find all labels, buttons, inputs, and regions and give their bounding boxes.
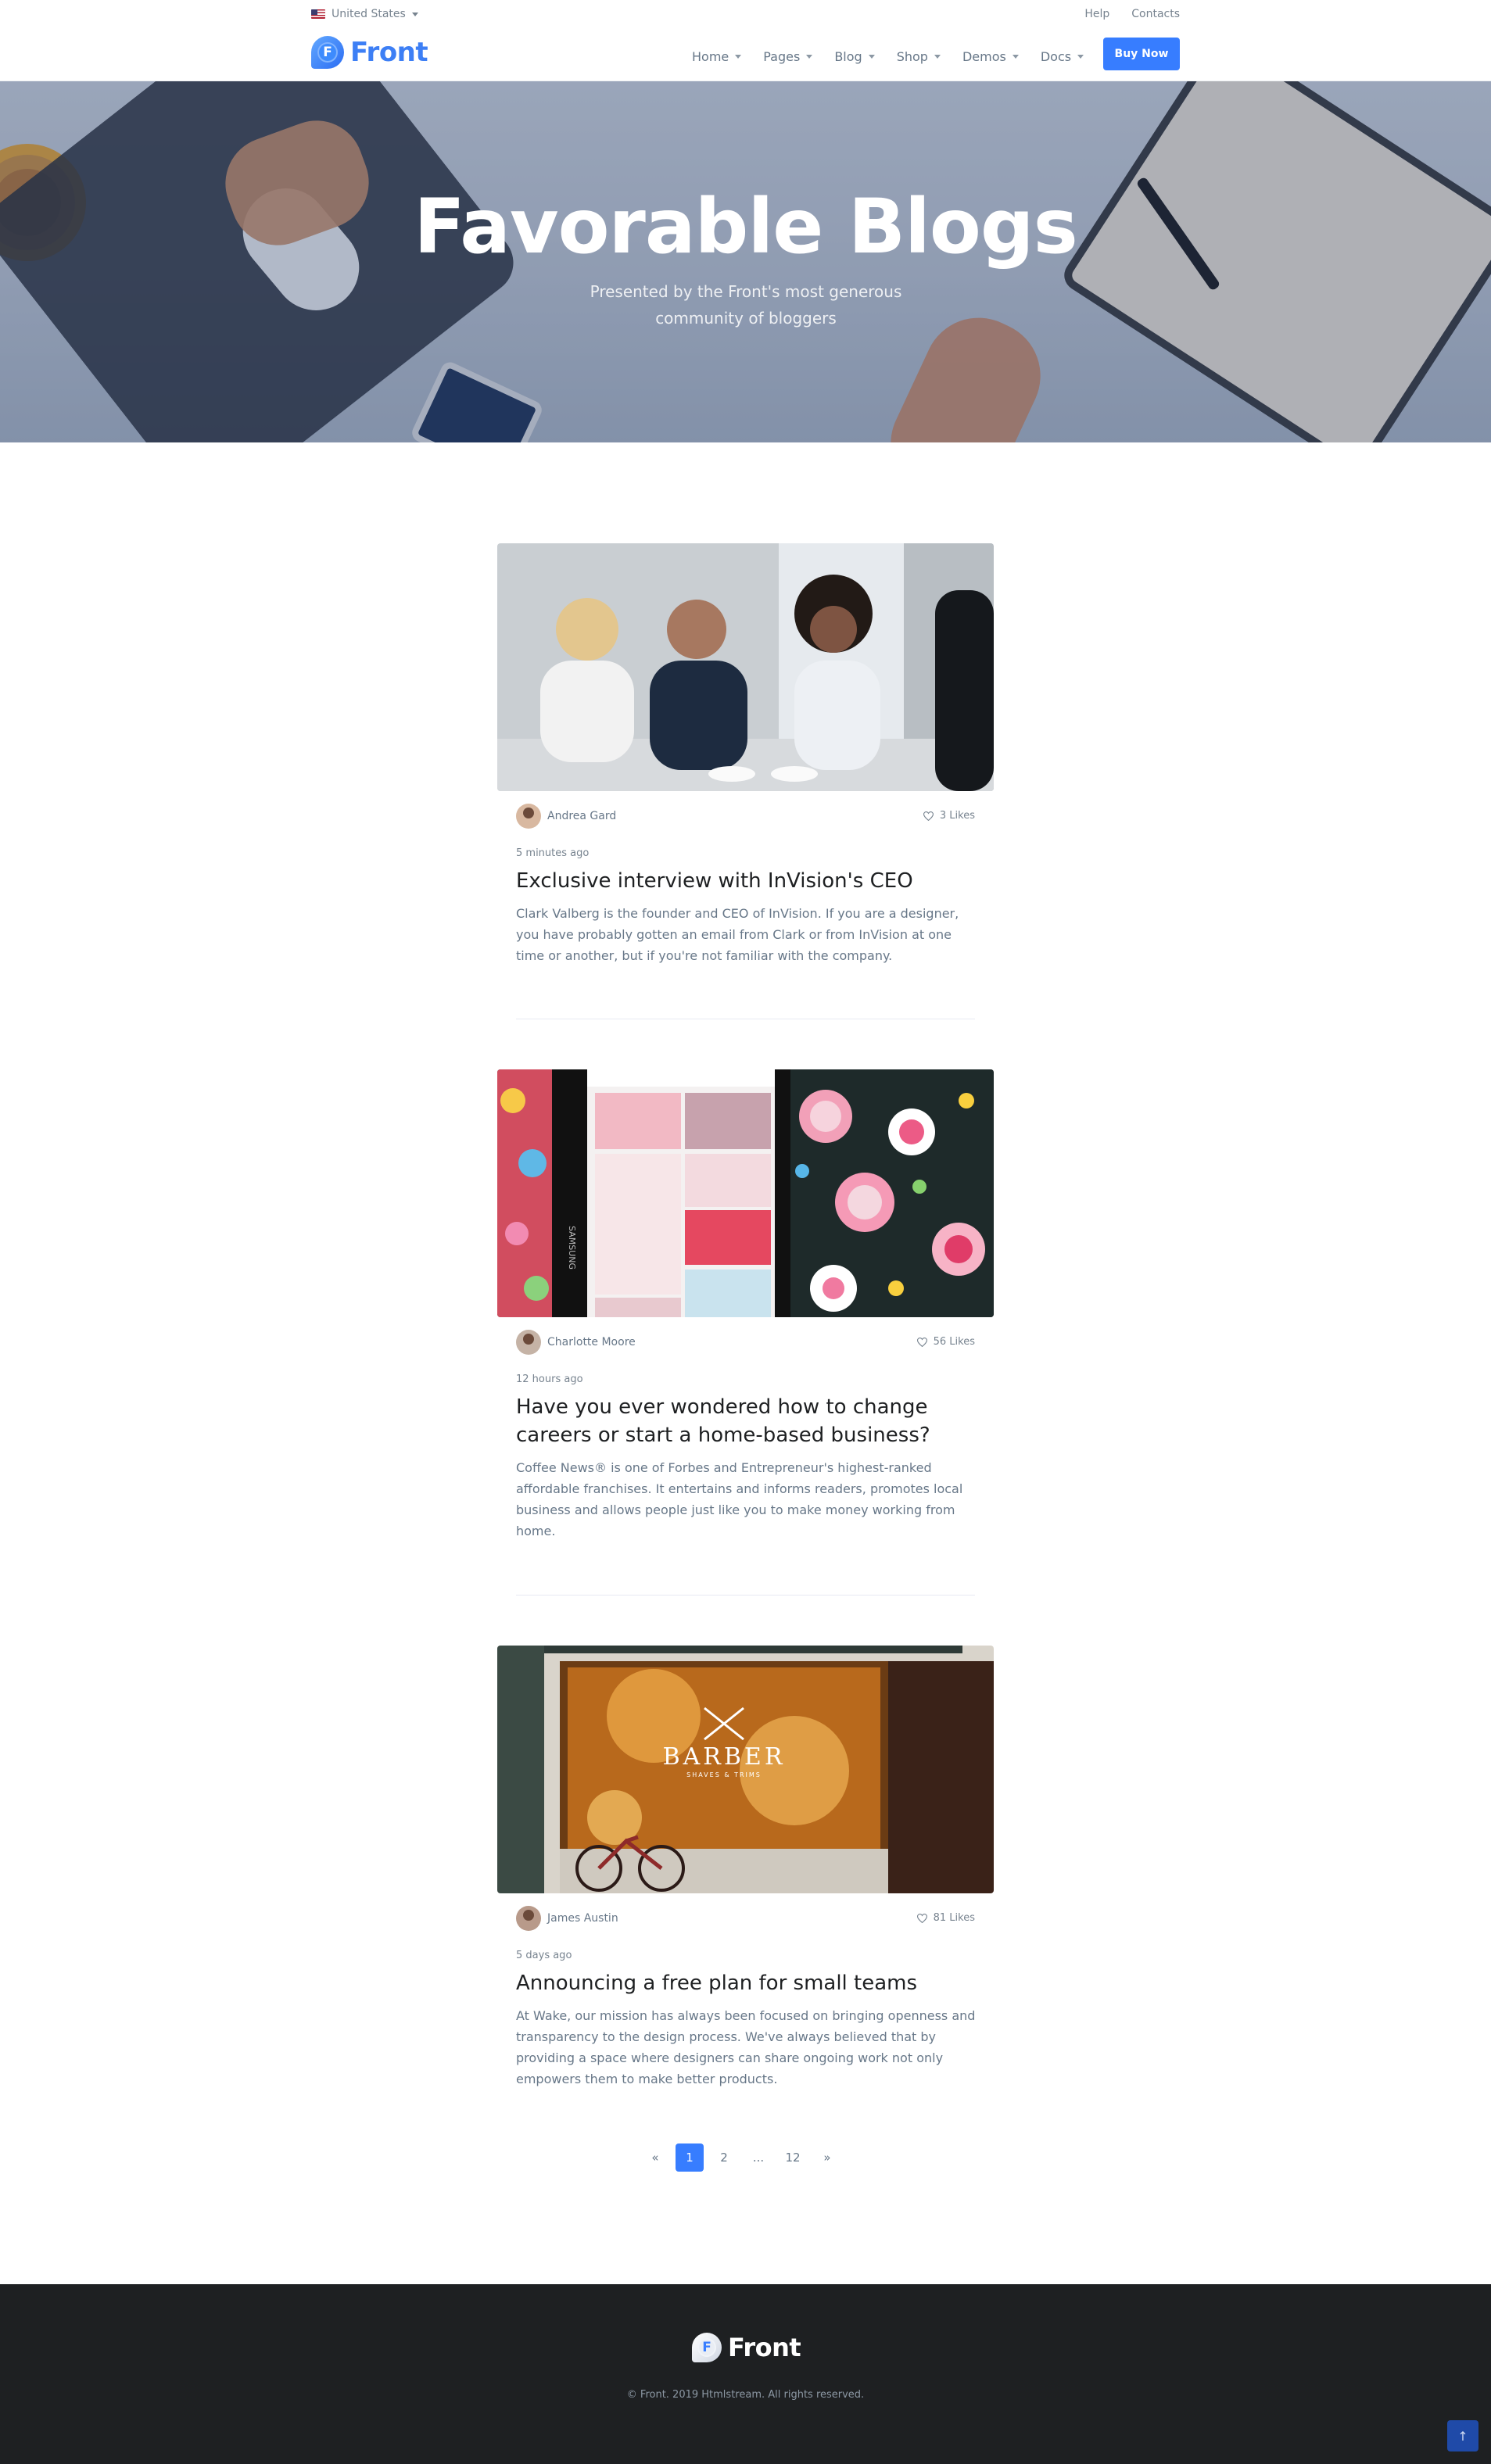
nav-docs[interactable]: Docs [1041,42,1084,70]
top-links: Help Contacts [1084,8,1180,20]
pagination: « 1 2 ... 12 » [641,2143,841,2172]
nav-home[interactable]: Home [692,42,742,70]
nav-demos-label: Demos [962,48,1006,64]
chevron-down-icon [868,54,875,59]
post-excerpt: Clark Valberg is the founder and CEO of … [516,906,959,963]
pagination-page-2[interactable]: 2 [710,2143,738,2172]
hero-banner: Favorable Blogs Presented by the Front's… [0,81,1491,442]
pagination-ellipsis: ... [752,2151,765,2165]
post-time: 5 minutes ago [516,847,590,859]
heart-icon [916,1913,927,1923]
post-image-meeting[interactable] [497,543,994,791]
post-time: 5 days ago [516,1950,572,1961]
pagination-page-1[interactable]: 1 [676,2143,704,2172]
front-logo-icon: F [692,2333,722,2362]
pagination-prev[interactable]: « [641,2143,669,2172]
blog-post: BARBER SHAVES & TRIMS James Austin 81 Li… [497,1646,994,2090]
heart-icon [923,811,934,821]
blog-post: SAMSUNG Charlotte Moore 56 Likes 12 hour… [497,1069,994,1542]
chevron-down-icon [806,54,813,59]
author-avatar[interactable] [516,804,541,829]
author-avatar[interactable] [516,1906,541,1931]
language-selector[interactable]: United States [311,8,418,20]
front-logo-icon: F [311,36,344,69]
phone-candy-photo: SAMSUNG [497,1069,994,1317]
nav-docs-label: Docs [1040,48,1072,64]
post-image-phone[interactable]: SAMSUNG [497,1069,994,1317]
likes-counter[interactable]: 56 Likes [916,1336,975,1348]
post-excerpt: Coffee News® is one of Forbes and Entrep… [516,1460,963,1538]
logo-text: Front [350,37,428,68]
topbar: United States Help Contacts [0,0,1491,31]
chevron-down-icon [934,54,941,59]
logo-letter: F [323,45,332,60]
likes-count: 3 Likes [939,810,975,822]
post-title[interactable]: Exclusive interview with InVision's CEO [516,867,977,895]
nav-pages[interactable]: Pages [763,42,813,70]
post-title[interactable]: Have you ever wondered how to change car… [516,1393,977,1449]
copyright-text: © Front. 2019 Htmlstream. All rights res… [626,2389,865,2401]
meeting-photo [497,543,994,791]
nav-pages-label: Pages [763,48,801,64]
nav-demos[interactable]: Demos [962,42,1019,70]
pagination-page-12[interactable]: 12 [779,2143,807,2172]
barber-tagline-text: SHAVES & TRIMS [686,1771,762,1778]
phone-brand-text: SAMSUNG [567,1226,577,1270]
barber-shop-photo: BARBER SHAVES & TRIMS [497,1646,994,1893]
hero-subtitle: Presented by the Front's most generous c… [590,282,902,328]
likes-count: 81 Likes [933,1912,975,1924]
us-flag-icon [311,9,325,19]
language-label: United States [332,8,406,20]
post-meta: Charlotte Moore 56 Likes [497,1317,994,1367]
author-name[interactable]: Andrea Gard [547,810,616,822]
chevron-down-icon [735,54,742,59]
likes-counter[interactable]: 3 Likes [923,810,975,822]
main-header: F Front Home Pages Blog Shop Demos Docs … [0,31,1491,81]
likes-count: 56 Likes [933,1336,975,1348]
nav-blog[interactable]: Blog [834,42,875,70]
post-meta: James Austin 81 Likes [497,1893,994,1943]
author-name[interactable]: Charlotte Moore [547,1336,636,1348]
nav-shop-label: Shop [896,48,928,64]
post-meta: Andrea Gard 3 Likes [497,791,994,841]
footer: F Front © Front. 2019 Htmlstream. All ri… [0,2284,1491,2464]
arrow-up-icon: ↑ [1457,2428,1468,2444]
nav-home-label: Home [692,48,729,64]
hero-title: Favorable Blogs [414,183,1077,270]
heart-icon [916,1337,927,1347]
back-to-top-button[interactable]: ↑ [1447,2420,1478,2451]
divider [516,1595,975,1596]
blog-post: Andrea Gard 3 Likes 5 minutes ago Exclus… [497,543,994,966]
contacts-link[interactable]: Contacts [1131,8,1180,20]
post-time: 12 hours ago [516,1373,583,1385]
author-avatar[interactable] [516,1330,541,1355]
logo-letter: F [702,2340,711,2355]
author-name[interactable]: James Austin [547,1912,618,1925]
buy-now-button[interactable]: Buy Now [1103,38,1180,70]
chevron-down-icon [411,12,418,16]
help-link[interactable]: Help [1084,8,1109,20]
nav-shop[interactable]: Shop [897,42,941,70]
nav-blog-label: Blog [834,48,862,64]
footer-logo[interactable]: F Front [692,2333,801,2362]
logo-text: Front [728,2333,801,2362]
post-excerpt: At Wake, our mission has always been foc… [516,2008,976,2086]
chevron-down-icon [1012,54,1019,59]
chevron-down-icon [1077,54,1084,59]
pagination-next[interactable]: » [813,2143,841,2172]
logo[interactable]: F Front [311,36,428,69]
post-image-barber[interactable]: BARBER SHAVES & TRIMS [497,1646,994,1893]
main-nav: Home Pages Blog Shop Demos Docs [692,42,1106,70]
barber-sign-text: BARBER [663,1743,786,1771]
post-title[interactable]: Announcing a free plan for small teams [516,1969,977,1997]
likes-counter[interactable]: 81 Likes [916,1912,975,1924]
